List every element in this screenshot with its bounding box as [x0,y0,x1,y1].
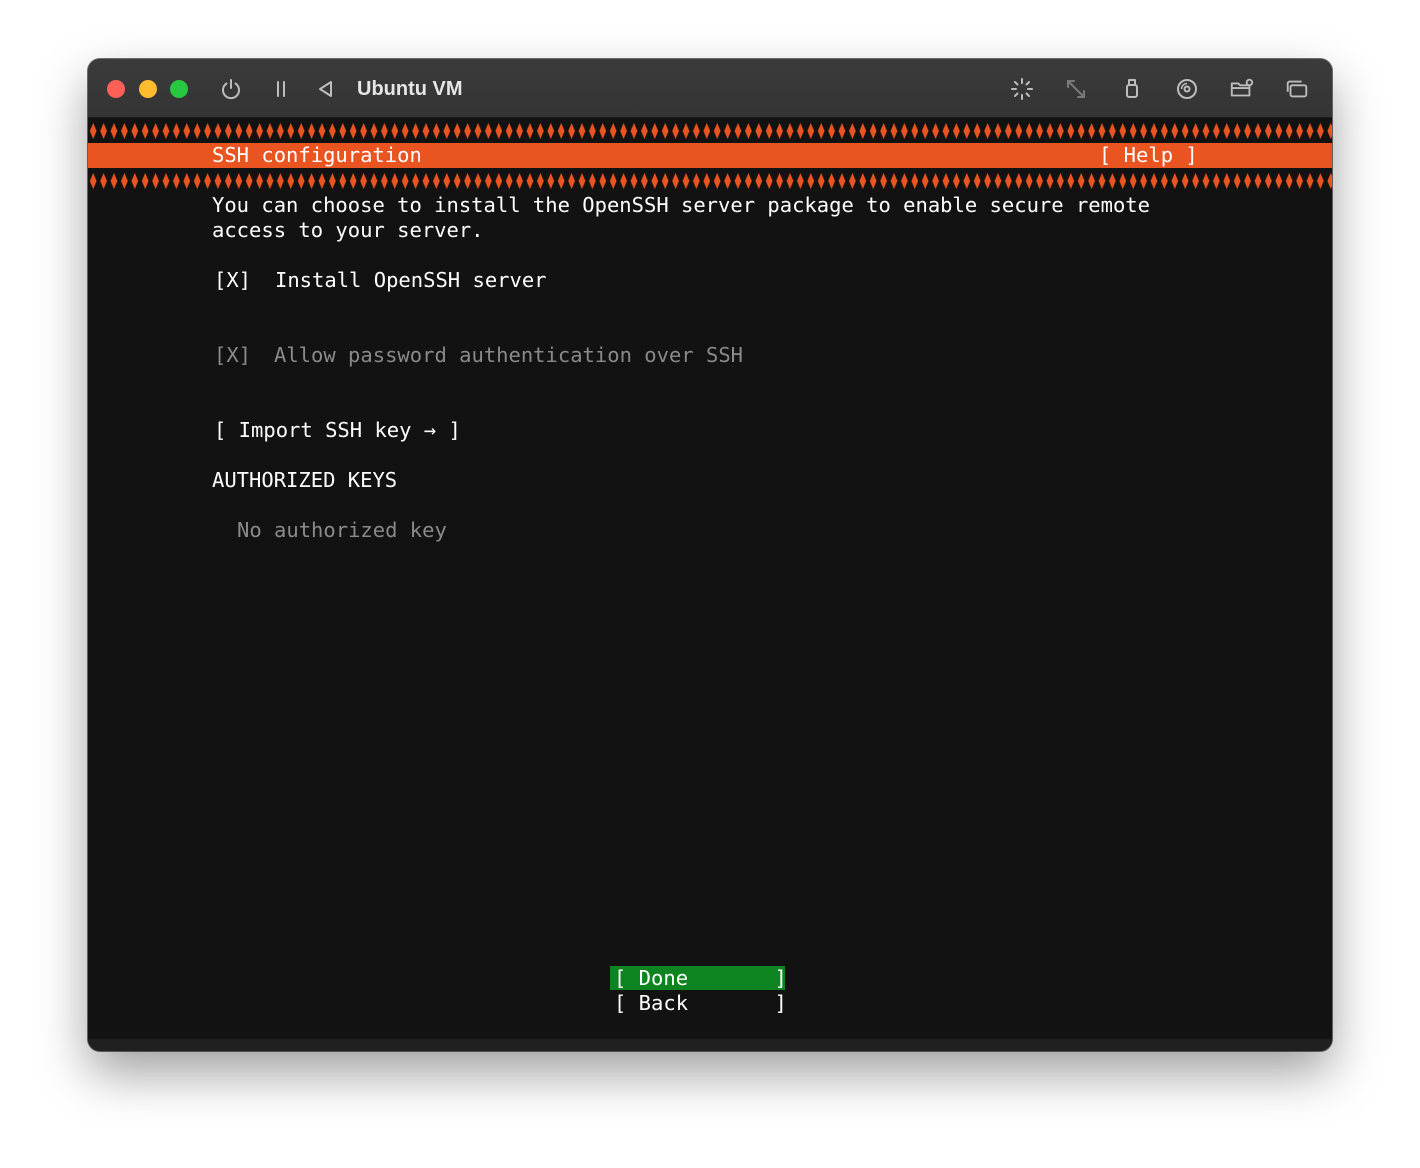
close-button[interactable] [107,80,125,98]
allow-password-label[interactable]: Allow password authentication over SSH [274,343,743,368]
allow-password-checkbox[interactable]: [X] [214,343,251,368]
header-diamond-border-top [88,122,1332,140]
pause-icon[interactable] [268,76,294,102]
power-icon[interactable] [218,76,244,102]
install-openssh-label[interactable]: Install OpenSSH server [275,268,547,293]
disc-icon[interactable] [1174,76,1200,102]
resize-icon[interactable] [1063,76,1089,102]
vm-window: Ubuntu VM SSH configuration [Help] You… [88,59,1332,1051]
title-bar: Ubuntu VM [88,59,1332,118]
back-icon[interactable] [313,76,339,102]
window-title: Ubuntu VM [357,78,463,100]
page-title: SSH configuration [212,143,422,167]
window-bottom-edge [88,1039,1332,1051]
intro-text-line-2: access to your server. [212,218,484,242]
header-diamond-border-bottom [88,172,1332,190]
install-openssh-checkbox[interactable]: [X] [214,268,251,293]
shared-folder-icon[interactable] [1229,76,1255,102]
zoom-button[interactable] [170,80,188,98]
brightness-icon[interactable] [1009,76,1035,102]
back-button[interactable]: [ Back ] [614,991,787,1016]
help-button[interactable]: [ Help ] [1099,143,1198,168]
usb-icon[interactable] [1119,76,1145,102]
windows-icon[interactable] [1284,76,1310,102]
authorized-keys-heading: AUTHORIZED KEYS [212,468,398,492]
installer-screen: SSH configuration [ Help ] You can choos… [88,118,1332,1039]
done-button[interactable]: [ Done ] [614,966,787,991]
intro-text-line-1: You can choose to install the OpenSSH se… [212,193,1150,217]
import-ssh-key-button[interactable]: [ Import SSH key → ] [214,418,461,443]
no-authorized-key-text: No authorized key [237,518,447,542]
minimize-button[interactable] [139,80,157,98]
